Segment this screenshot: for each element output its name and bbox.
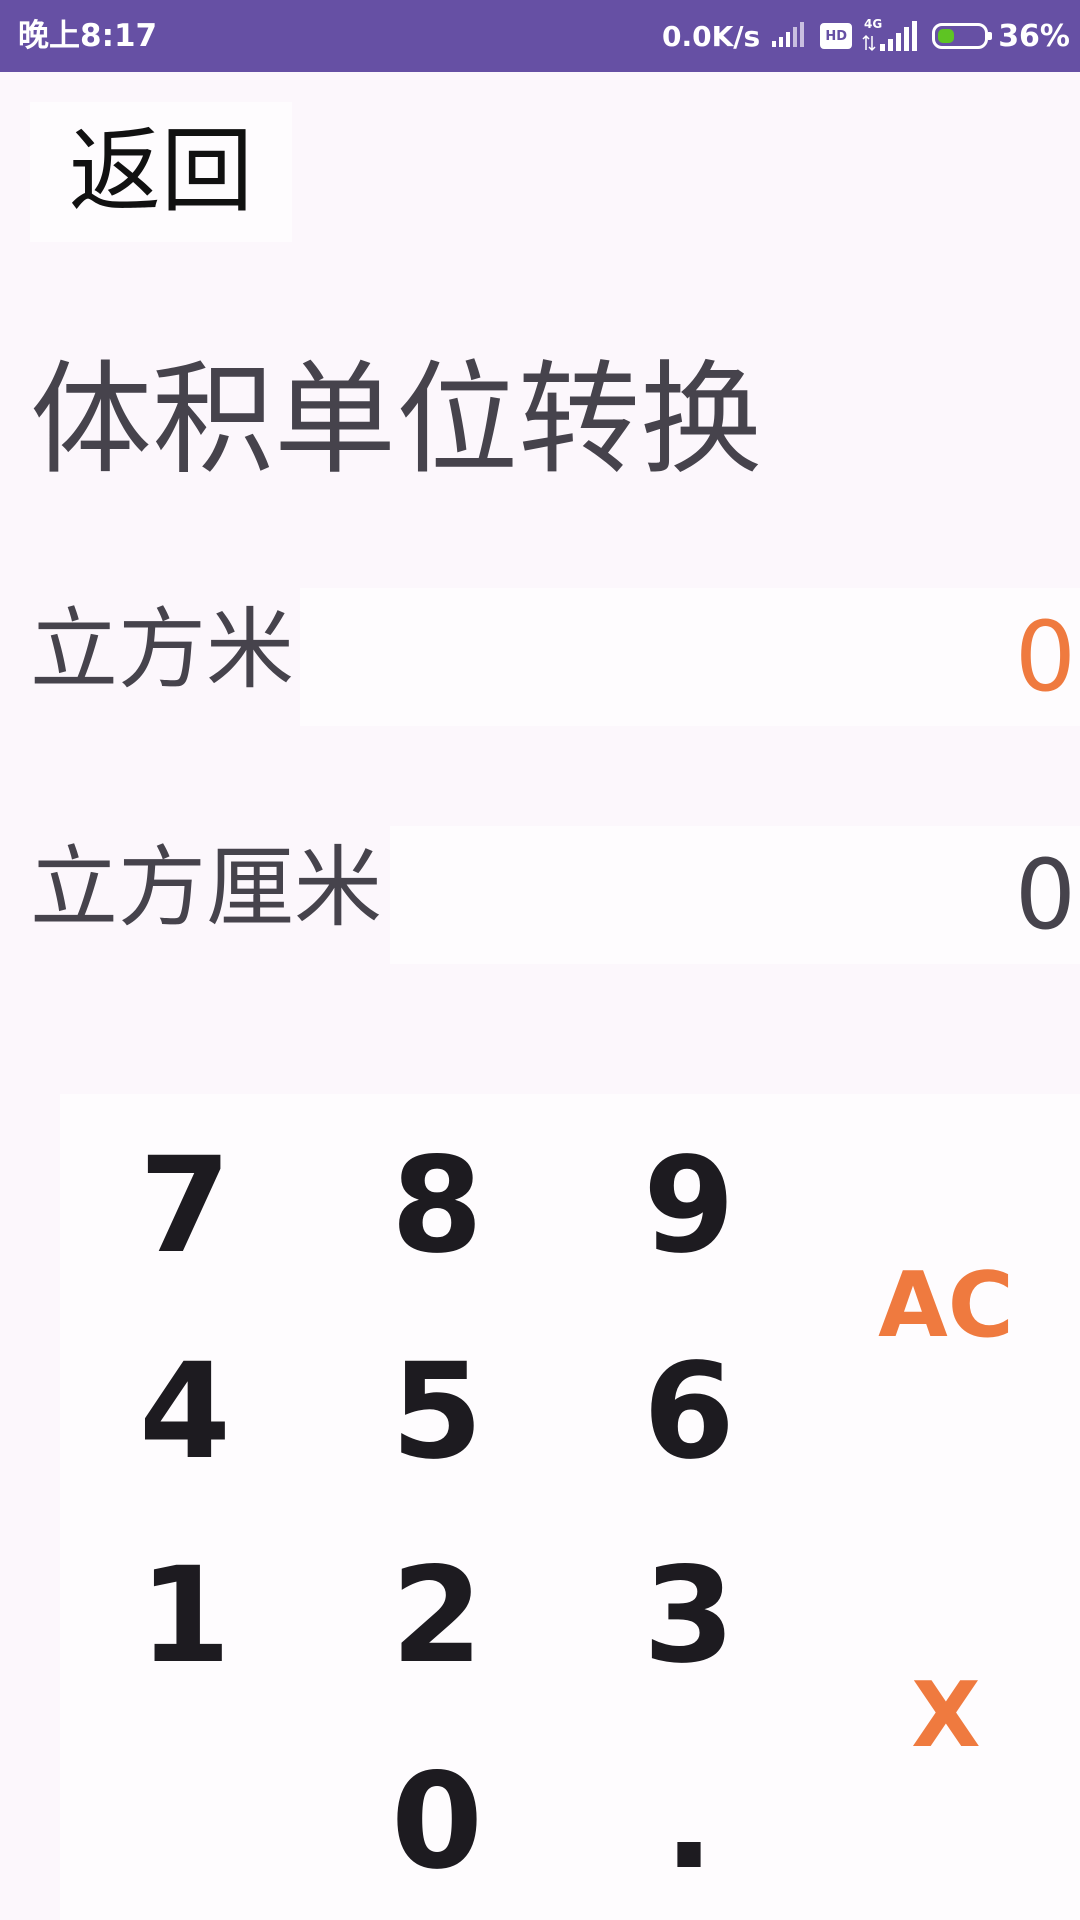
key-1[interactable]: 1 bbox=[105, 1526, 265, 1706]
status-indicators: 0.0K/s HD 4G 36% bbox=[662, 0, 1070, 72]
hd-label: HD bbox=[825, 28, 848, 44]
wifi-signal-icon bbox=[770, 19, 810, 53]
delete-button[interactable]: X bbox=[846, 1636, 1046, 1796]
hd-icon: HD bbox=[820, 23, 853, 49]
key-7[interactable]: 7 bbox=[105, 1116, 265, 1296]
key-2[interactable]: 2 bbox=[357, 1526, 517, 1706]
key-6[interactable]: 6 bbox=[609, 1322, 769, 1502]
key-decimal-point[interactable]: . bbox=[609, 1732, 769, 1912]
clear-all-button[interactable]: AC bbox=[846, 1226, 1046, 1386]
battery-level bbox=[938, 29, 955, 43]
key-4[interactable]: 4 bbox=[105, 1322, 265, 1502]
unit-value-cubic-meter: 0 bbox=[1014, 601, 1076, 713]
key-9[interactable]: 9 bbox=[609, 1116, 769, 1296]
unit-value-field-cubic-centimeter[interactable]: 0 bbox=[390, 826, 1080, 964]
key-5[interactable]: 5 bbox=[357, 1322, 517, 1502]
network-type-label: 4G bbox=[864, 17, 882, 31]
unit-label-cubic-meter: 立方米 bbox=[30, 598, 295, 701]
battery-percent: 36% bbox=[998, 18, 1070, 54]
key-8[interactable]: 8 bbox=[357, 1116, 517, 1296]
cellular-signal-icon: 4G bbox=[862, 14, 922, 58]
unit-value-cubic-centimeter: 0 bbox=[1014, 839, 1076, 951]
unit-value-field-cubic-meter[interactable]: 0 bbox=[300, 588, 1080, 726]
back-button[interactable]: 返回 bbox=[30, 102, 292, 242]
unit-label-cubic-centimeter: 立方厘米 bbox=[30, 836, 383, 939]
status-bar: 晚上8:17 0.0K/s HD 4G 36% bbox=[0, 0, 1080, 72]
status-time: 晚上8:17 bbox=[18, 18, 158, 54]
page-title: 体积单位转换 bbox=[30, 349, 762, 491]
keypad: 7 8 9 4 5 6 1 2 3 0 . AC X bbox=[60, 1094, 1080, 1920]
key-3[interactable]: 3 bbox=[609, 1526, 769, 1706]
key-0[interactable]: 0 bbox=[357, 1732, 517, 1912]
battery-icon bbox=[932, 23, 993, 49]
network-speed: 0.0K/s bbox=[661, 19, 761, 53]
